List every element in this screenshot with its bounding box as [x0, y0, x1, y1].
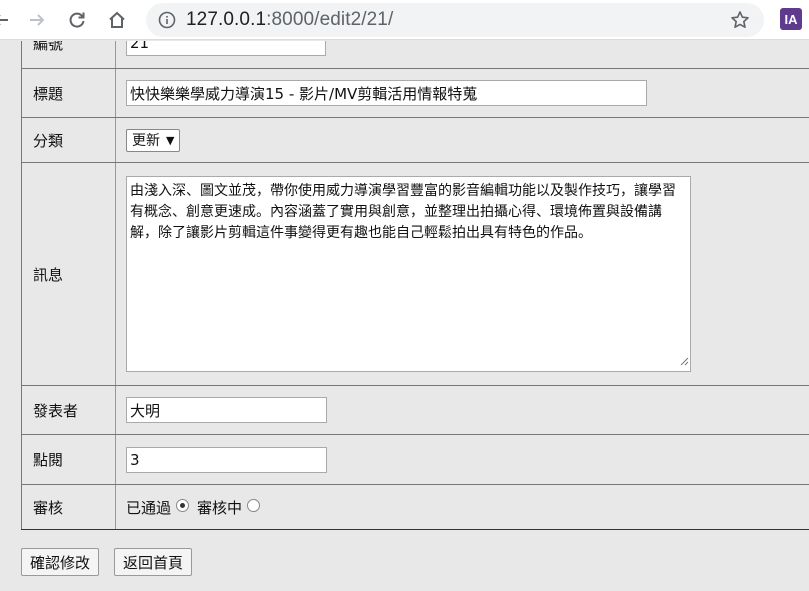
row-category: 分類 更新 ▼ — [21, 117, 809, 163]
row-review: 審核 已通過 審核中 — [21, 484, 809, 530]
title-input[interactable] — [126, 80, 647, 106]
title-label: 標題 — [21, 68, 116, 118]
reload-icon[interactable] — [62, 5, 92, 35]
category-label: 分類 — [21, 117, 116, 163]
title-field-cell — [115, 68, 809, 118]
id-input[interactable] — [126, 41, 326, 56]
extension-icon[interactable]: IA — [780, 8, 802, 30]
back-home-button[interactable]: 返回首頁 — [114, 548, 193, 576]
review-pending-radio[interactable] — [247, 498, 261, 512]
resize-handle-icon[interactable] — [679, 352, 689, 370]
id-label: 編號 — [33, 41, 64, 53]
review-option-approved-label: 已通過 — [126, 498, 172, 517]
id-label-cell: 編號 — [21, 41, 116, 69]
id-field-cell — [115, 41, 809, 69]
forward-arrow-icon[interactable] — [22, 5, 52, 35]
review-field-cell: 已通過 審核中 — [115, 484, 809, 530]
review-radio-group: 已通過 審核中 — [126, 497, 809, 518]
message-field-cell: 由淺入深、圖文並茂，帶你使用威力導演學習豐富的影音編輯功能以及製作技巧，讓學習有… — [115, 162, 809, 386]
category-select[interactable]: 更新 ▼ — [126, 128, 181, 152]
category-field-cell: 更新 ▼ — [115, 117, 809, 163]
message-textarea[interactable]: 由淺入深、圖文並茂，帶你使用威力導演學習豐富的影音編輯功能以及製作技巧，讓學習有… — [126, 176, 691, 372]
review-approved-radio[interactable] — [176, 498, 190, 512]
address-bar[interactable]: 127.0.0.1:8000/edit2/21/ — [146, 3, 764, 37]
review-option-pending-label: 審核中 — [197, 498, 243, 517]
review-label: 審核 — [21, 484, 116, 530]
views-input[interactable] — [126, 446, 327, 473]
confirm-edit-button[interactable]: 確認修改 — [21, 548, 100, 576]
home-icon[interactable] — [102, 5, 132, 35]
author-field-cell — [115, 385, 809, 435]
url-path: :8000/edit2/21/ — [266, 9, 394, 30]
author-label: 發表者 — [21, 385, 116, 435]
views-label: 點閱 — [21, 434, 116, 485]
bookmark-star-icon[interactable] — [730, 10, 750, 34]
row-title: 標題 — [21, 68, 809, 118]
views-field-cell — [115, 434, 809, 485]
row-author: 發表者 — [21, 385, 809, 435]
category-selected-value: 更新 — [132, 133, 160, 149]
message-label: 訊息 — [21, 162, 116, 386]
url-text[interactable]: 127.0.0.1:8000/edit2/21/ — [186, 9, 393, 31]
info-icon[interactable] — [158, 11, 176, 33]
url-host: 127.0.0.1 — [186, 9, 267, 30]
back-arrow-icon[interactable] — [0, 5, 16, 35]
row-views: 點閱 — [21, 434, 809, 485]
dropdown-caret-icon: ▼ — [166, 133, 175, 147]
author-input[interactable] — [126, 397, 327, 423]
browser-toolbar: 127.0.0.1:8000/edit2/21/ IA — [0, 0, 809, 40]
edit-form-table: 編號 標題 分類 更新 ▼ 訊息 由淺入深、圖文並茂，帶你使用威力導演學習豐富的影… — [21, 41, 809, 530]
row-id: 編號 — [21, 41, 809, 69]
row-message: 訊息 由淺入深、圖文並茂，帶你使用威力導演學習豐富的影音編輯功能以及製作技巧，讓… — [21, 162, 809, 386]
